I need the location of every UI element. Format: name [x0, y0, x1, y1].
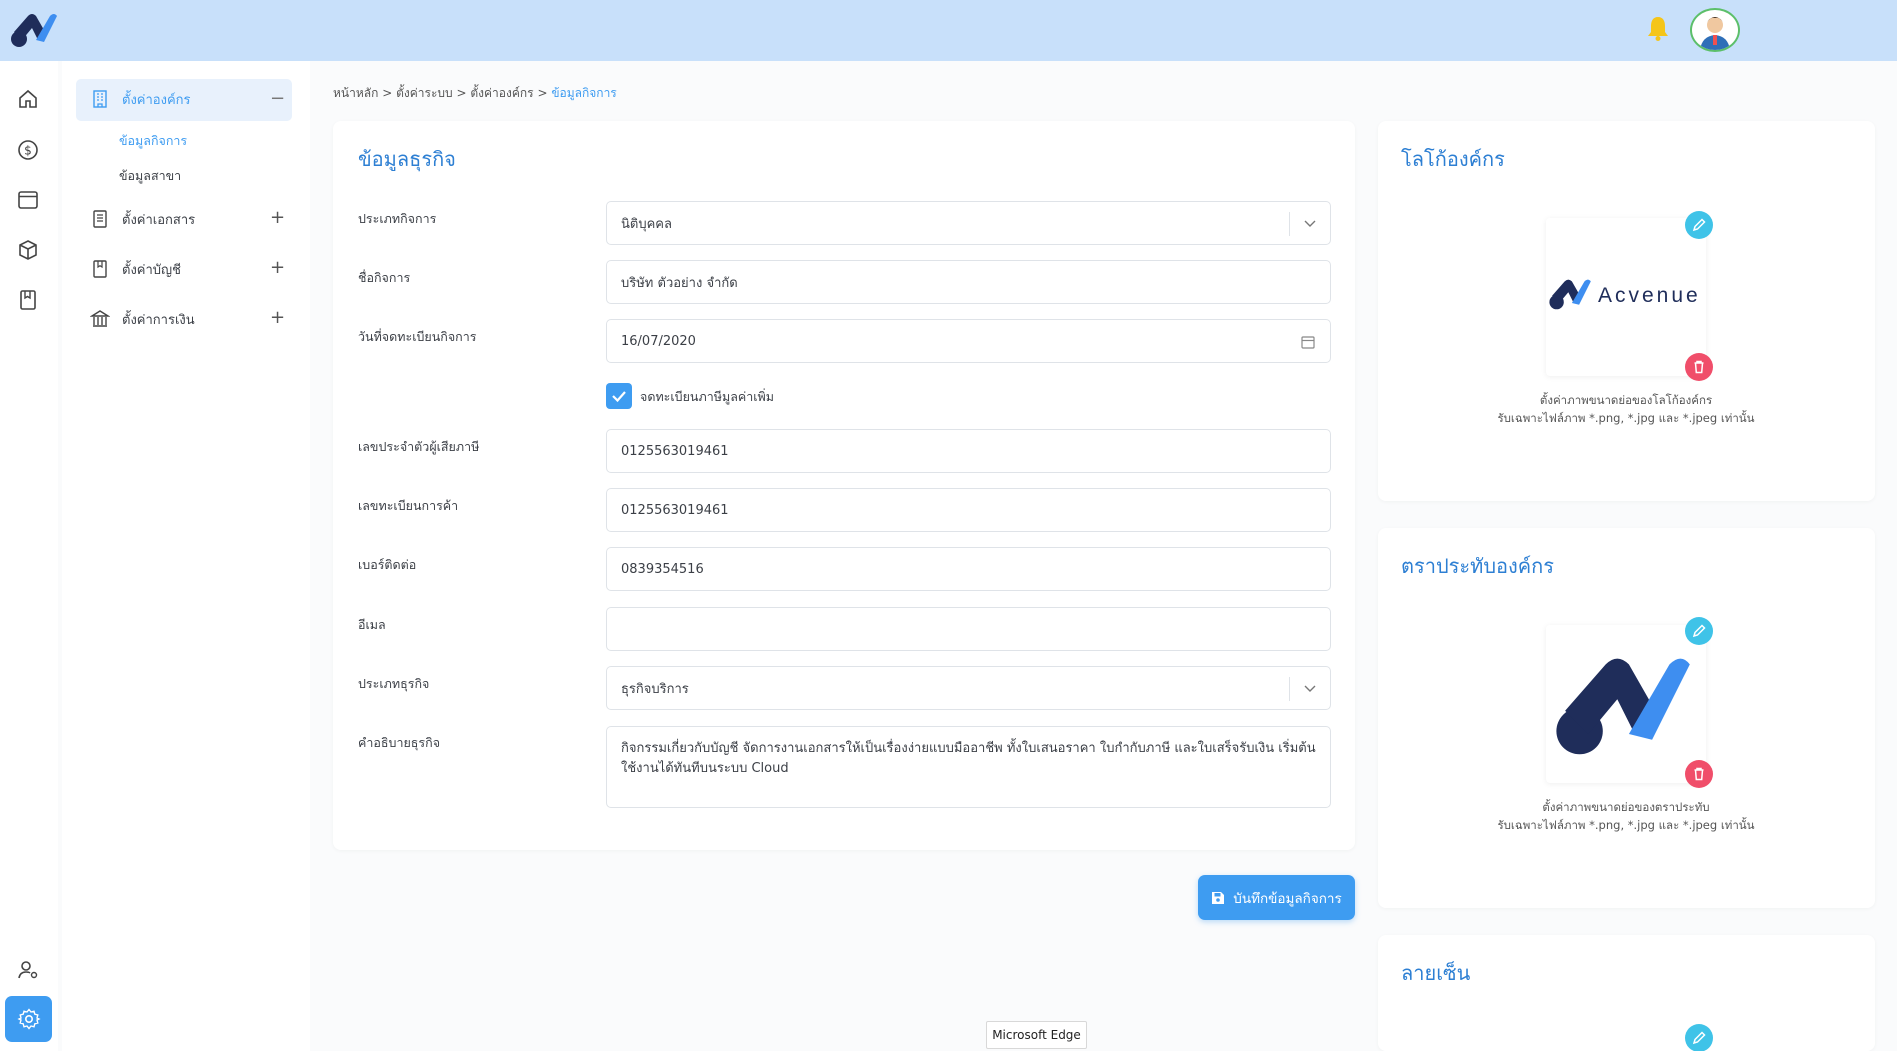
expand-icon[interactable]: + [270, 207, 285, 228]
menu-item-account-settings[interactable]: ตั้งค่าบัญชี [90, 254, 181, 284]
expand-icon[interactable]: + [270, 257, 285, 278]
box-icon[interactable] [16, 238, 40, 262]
business-name-input[interactable] [606, 260, 1331, 304]
delete-stamp-button[interactable] [1685, 760, 1713, 788]
chevron-down-icon [1304, 220, 1316, 227]
commerce-no-input[interactable] [606, 488, 1331, 532]
breadcrumb-org[interactable]: ตั้งค่าองค์กร [470, 86, 533, 100]
category-select[interactable]: ธุรกิจบริการ [606, 666, 1331, 710]
save-business-button[interactable]: บันทึกข้อมูลกิจการ [1198, 875, 1355, 920]
reg-date-label: วันที่จดทะเบียนกิจการ [358, 329, 477, 344]
desc-textarea[interactable]: กิจกรรมเกี่ยวกับบัญชี จัดการงานเอกสารให้… [606, 726, 1331, 808]
tax-id-label: เลขประจำตัวผู้เสียภาษี [358, 439, 480, 454]
signature-card [1378, 935, 1875, 1051]
document-icon [93, 210, 107, 228]
ledger-icon [93, 260, 107, 278]
vat-checkbox[interactable] [606, 383, 632, 409]
logo-note-line1: ตั้งค่าภาพขนาดย่อของโลโก้องค์กร [1539, 393, 1713, 407]
check-icon [612, 391, 626, 403]
business-card-title: ข้อมูลธุรกิจ [358, 147, 456, 171]
gear-icon [17, 1008, 41, 1030]
book-icon[interactable] [16, 288, 40, 312]
top-bar [0, 0, 1897, 61]
settings-rail-button[interactable] [5, 996, 52, 1042]
reg-date-value: 16/07/2020 [621, 333, 696, 349]
breadcrumb: หน้าหลัก > ตั้งค่าระบบ > ตั้งค่าองค์กร >… [333, 84, 617, 103]
category-value: ธุรกิจบริการ [621, 681, 689, 697]
phone-input[interactable] [606, 547, 1331, 591]
expand-icon[interactable]: + [270, 307, 285, 328]
breadcrumb-sep: > [382, 86, 393, 100]
breadcrumb-home[interactable]: หน้าหลัก [333, 86, 378, 100]
logo-preview: Acvenue [1546, 218, 1706, 376]
pencil-icon [1692, 218, 1706, 232]
breadcrumb-sep: > [537, 86, 548, 100]
breadcrumb-sep: > [456, 86, 467, 100]
window-icon[interactable] [16, 188, 40, 212]
icon-rail: $ [0, 61, 58, 1051]
logo-note-line2: รับเฉพาะไฟล์ภาพ *.png, *.jpg และ *.jpeg … [1497, 411, 1755, 425]
save-icon [1212, 891, 1225, 904]
business-name-label: ชื่อกิจการ [358, 270, 411, 285]
chevron-down-icon [1304, 685, 1316, 692]
logo-note: ตั้งค่าภาพขนาดย่อของโลโก้องค์กร รับเฉพาะ… [1446, 391, 1806, 427]
menu-label: ตั้งค่าองค์กร [122, 92, 191, 108]
logo-card-title: โลโก้องค์กร [1401, 147, 1505, 171]
user-settings-icon[interactable] [16, 958, 40, 982]
select-divider [1289, 212, 1290, 236]
edit-stamp-button[interactable] [1685, 617, 1713, 645]
pencil-icon [1692, 1031, 1706, 1045]
menu-label: ตั้งค่าการเงิน [122, 312, 195, 328]
phone-label: เบอร์ติดต่อ [358, 557, 417, 572]
business-type-value: นิติบุคคล [621, 216, 672, 232]
stamp-logo-icon [1556, 658, 1690, 755]
breadcrumb-system[interactable]: ตั้งค่าระบบ [396, 86, 453, 100]
submenu-branch-info[interactable]: ข้อมูลสาขา [119, 166, 181, 186]
stamp-note-line2: รับเฉพาะไฟล์ภาพ *.png, *.jpg และ *.jpeg … [1497, 818, 1755, 832]
menu-label: ตั้งค่าเอกสาร [122, 212, 196, 228]
commerce-no-label: เลขทะเบียนการค้า [358, 498, 459, 513]
delete-logo-button[interactable] [1685, 353, 1713, 381]
home-icon[interactable] [16, 87, 40, 111]
menu-item-document-settings[interactable]: ตั้งค่าเอกสาร [90, 204, 195, 234]
email-label: อีเมล [358, 617, 386, 632]
edit-logo-button[interactable] [1685, 211, 1713, 239]
pencil-icon [1692, 624, 1706, 638]
business-type-select[interactable]: นิติบุคคล [606, 201, 1331, 245]
category-label: ประเภทธุรกิจ [358, 676, 430, 691]
dollar-icon[interactable]: $ [16, 138, 40, 162]
taskbar-tooltip: Microsoft Edge [986, 1021, 1087, 1049]
svg-text:$: $ [24, 144, 32, 158]
reg-date-input[interactable]: 16/07/2020 [606, 319, 1331, 363]
stamp-card-title: ตราประทับองค์กร [1401, 554, 1555, 578]
tax-id-input[interactable] [606, 429, 1331, 473]
stamp-note: ตั้งค่าภาพขนาดย่อของตราประทับ รับเฉพาะไฟ… [1446, 798, 1806, 834]
brand-logo-text: Acvenue [1598, 284, 1701, 307]
email-input[interactable] [606, 607, 1331, 651]
menu-item-org-settings[interactable]: ตั้งค่าองค์กร [90, 84, 191, 114]
trash-icon [1694, 767, 1704, 781]
desc-label: คำอธิบายธุรกิจ [358, 735, 441, 750]
save-label: บันทึกข้อมูลกิจการ [1233, 890, 1342, 907]
breadcrumb-current: ข้อมูลกิจการ [551, 86, 617, 100]
business-type-label: ประเภทกิจการ [358, 211, 437, 226]
select-divider [1289, 677, 1290, 701]
menu-label: ตั้งค่าบัญชี [122, 262, 181, 278]
bank-icon [90, 310, 110, 327]
menu-item-finance-settings[interactable]: ตั้งค่าการเงิน [90, 304, 195, 334]
signature-card-title: ลายเซ็น [1401, 961, 1471, 985]
app-logo-icon[interactable] [10, 10, 60, 50]
submenu-business-info[interactable]: ข้อมูลกิจการ [119, 131, 187, 151]
stamp-note-line1: ตั้งค่าภาพขนาดย่อของตราประทับ [1542, 800, 1710, 814]
brand-logo-icon [1549, 279, 1591, 310]
calendar-icon[interactable] [1300, 334, 1316, 350]
building-icon [93, 90, 107, 108]
avatar[interactable] [1690, 8, 1740, 52]
stamp-preview [1546, 625, 1706, 783]
vat-label[interactable]: จดทะเบียนภาษีมูลค่าเพิ่ม [640, 387, 774, 407]
collapse-icon[interactable]: − [270, 88, 285, 109]
edit-signature-button[interactable] [1685, 1024, 1713, 1051]
trash-icon [1694, 360, 1704, 374]
bell-icon[interactable] [1647, 15, 1669, 41]
